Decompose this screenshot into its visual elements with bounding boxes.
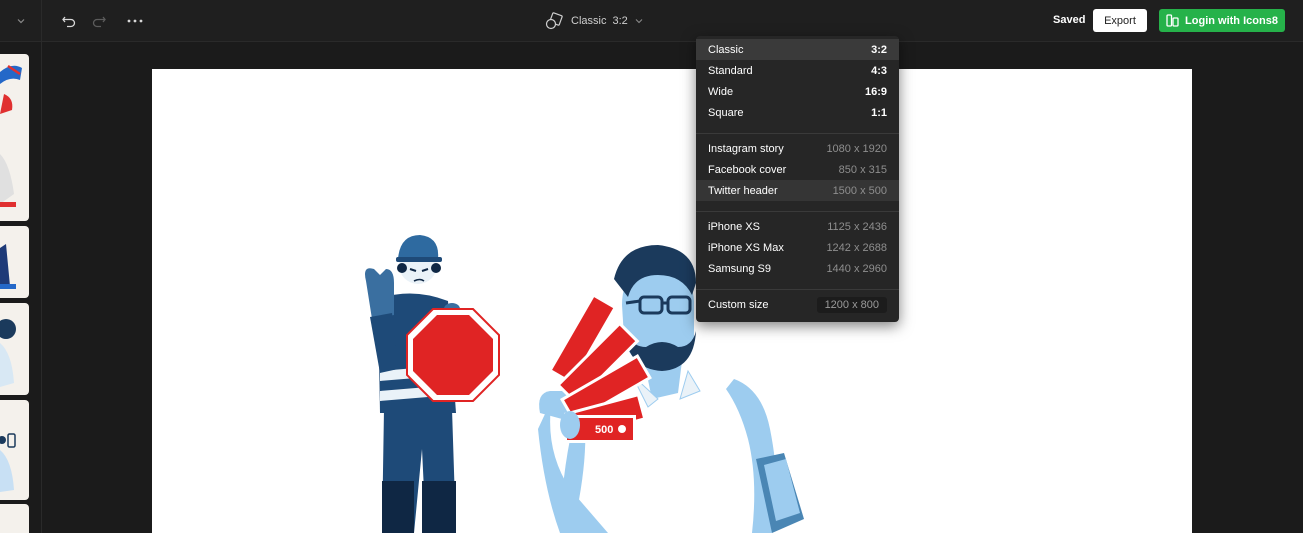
chevron-down-icon	[635, 19, 643, 24]
illustration-thumbnail[interactable]	[0, 504, 29, 533]
menu-item-value: 1440 x 2960	[826, 262, 887, 275]
menu-item-wide[interactable]: Wide 16:9	[696, 81, 899, 102]
undo-icon	[62, 16, 76, 28]
thumbnail-art	[0, 433, 16, 492]
menu-item-label: Standard	[708, 64, 753, 77]
menu-item-label: Classic	[708, 43, 744, 56]
redo-button[interactable]	[89, 11, 109, 31]
resize-shapes-icon	[545, 12, 563, 30]
ratio-name: Classic	[571, 15, 607, 27]
login-button[interactable]: Login with Icons8	[1159, 9, 1285, 32]
aspect-ratio-menu: Classic 3:2 Standard 4:3 Wide 16:9 Squar…	[696, 36, 899, 322]
top-toolbar: Classic 3:2 Saved Export Login with Icon…	[0, 0, 1303, 42]
menu-item-label: iPhone XS Max	[708, 241, 784, 254]
menu-item-classic[interactable]: Classic 3:2	[696, 39, 899, 60]
menu-item-value: 3:2	[871, 43, 887, 56]
menu-item-label: Square	[708, 106, 744, 119]
artboard-canvas[interactable]: 500	[152, 69, 1192, 533]
construction-worker-figure	[365, 235, 500, 533]
menu-item-samsung-s9[interactable]: Samsung S9 1440 x 2960	[696, 258, 899, 279]
menu-item-iphone-xs[interactable]: iPhone XS 1125 x 2436	[696, 216, 899, 237]
aspect-ratio-picker[interactable]: Classic 3:2	[545, 10, 644, 32]
menu-item-value: 1080 x 1920	[826, 142, 887, 155]
illustration-thumbnail[interactable]	[0, 303, 29, 395]
menu-item-facebook-cover[interactable]: Facebook cover 850 x 315	[696, 159, 899, 180]
illustration-thumbnail[interactable]	[0, 226, 29, 298]
menu-item-label: Instagram story	[708, 142, 784, 155]
icons8-logo-icon	[1166, 14, 1179, 27]
banknote-denomination: 500	[595, 424, 613, 436]
more-dots-icon	[127, 19, 143, 23]
custom-size-input[interactable]: 1200 x 800	[816, 296, 887, 313]
menu-item-instagram-story[interactable]: Instagram story 1080 x 1920	[696, 138, 899, 159]
chevron-down-icon	[17, 19, 24, 24]
menu-divider	[696, 211, 899, 212]
menu-item-label: iPhone XS	[708, 220, 760, 233]
menu-item-value: 1500 x 500	[832, 184, 887, 197]
illustration-artwork: 500	[365, 235, 804, 533]
menu-item-value: 1:1	[871, 106, 887, 119]
menu-item-custom-size[interactable]: Custom size 1200 x 800	[696, 294, 899, 315]
collapse-panel-button[interactable]	[0, 0, 42, 42]
menu-item-label: Custom size	[708, 298, 769, 311]
login-button-label: Login with Icons8	[1185, 14, 1278, 27]
menu-item-value: 4:3	[871, 64, 887, 77]
undo-button[interactable]	[59, 11, 79, 31]
menu-divider	[696, 289, 899, 290]
redo-icon	[92, 16, 106, 28]
menu-item-value: 1242 x 2688	[826, 241, 887, 254]
more-options-button[interactable]	[125, 11, 145, 31]
thumbnail-art	[0, 319, 16, 387]
menu-item-label: Samsung S9	[708, 262, 771, 275]
menu-item-value: 16:9	[864, 85, 887, 98]
app-window: Classic 3:2 Saved Export Login with Icon…	[0, 0, 1303, 533]
menu-item-label: Twitter header	[708, 184, 778, 197]
menu-item-value: 850 x 315	[838, 163, 887, 176]
illustration-thumbnail-strip	[0, 42, 42, 533]
menu-item-square[interactable]: Square 1:1	[696, 102, 899, 123]
illustration-thumbnail[interactable]	[0, 400, 29, 500]
menu-item-label: Facebook cover	[708, 163, 787, 176]
save-status: Saved	[1053, 14, 1086, 26]
thumbnail-art	[0, 64, 22, 207]
menu-item-label: Wide	[708, 85, 734, 98]
menu-item-standard[interactable]: Standard 4:3	[696, 60, 899, 81]
illustration-thumbnail[interactable]	[0, 54, 29, 221]
menu-item-twitter-header[interactable]: Twitter header 1500 x 500	[696, 180, 899, 201]
thumbnail-art	[0, 244, 16, 289]
menu-divider	[696, 133, 899, 134]
menu-item-value: 1125 x 2436	[827, 220, 887, 233]
export-button[interactable]: Export	[1093, 9, 1147, 32]
menu-item-iphone-xs-max[interactable]: iPhone XS Max 1242 x 2688	[696, 237, 899, 258]
ratio-value: 3:2	[612, 15, 628, 27]
